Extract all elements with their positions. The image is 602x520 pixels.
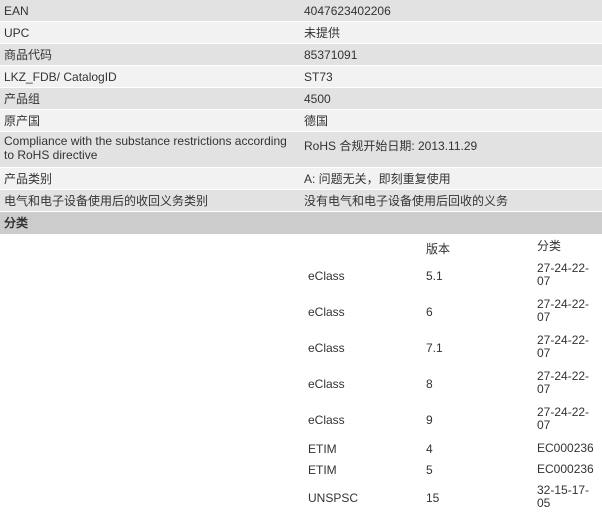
classification-section-header: 分类: [0, 212, 602, 234]
classification-system: eClass: [308, 413, 345, 427]
classification-version: 15: [426, 491, 440, 505]
classification-version: 4: [426, 442, 433, 456]
classification-system: eClass: [308, 305, 345, 319]
classification-class: 27-24-22-07: [537, 369, 590, 396]
attribute-value: ST73: [304, 70, 333, 84]
attribute-value: A: 问题无关，即刻重复使用: [304, 172, 451, 186]
attribute-label: 原产国: [4, 114, 41, 128]
classification-class: 27-24-22-07: [537, 333, 590, 360]
classification-version: 6: [426, 305, 433, 319]
classification-system: eClass: [308, 377, 345, 391]
attribute-value: 德国: [304, 114, 329, 128]
attribute-value: 4047623402206: [304, 4, 391, 18]
attribute-label: 产品组: [4, 92, 41, 106]
classification-class: 27-24-22-07: [537, 297, 590, 324]
attribute-row-product-category: 产品类别 A: 问题无关，即刻重复使用: [0, 168, 602, 190]
classification-class: 27-24-22-07: [537, 261, 590, 288]
column-header-class: 分类: [537, 239, 562, 253]
attribute-row-commodity-code: 商品代码 85371091: [0, 44, 602, 66]
classification-class: 32-15-17-05: [537, 483, 590, 510]
classification-version: 8: [426, 377, 433, 391]
section-title: 分类: [4, 216, 29, 230]
classification-system: ETIM: [308, 442, 337, 456]
attribute-label: 电气和电子设备使用后的收回义务类别: [4, 194, 209, 208]
attribute-label: LKZ_FDB/ CatalogID: [4, 70, 117, 84]
classification-system: UNSPSC: [308, 491, 359, 505]
attribute-value: 未提供: [304, 26, 341, 40]
attribute-row-weee-take-back: 电气和电子设备使用后的收回义务类别 没有电气和电子设备使用后回收的义务: [0, 190, 602, 212]
classification-version: 9: [426, 413, 433, 427]
attribute-row-product-group: 产品组 4500: [0, 88, 602, 110]
classification-class: EC000236: [537, 462, 594, 476]
classification-class: 27-24-22-07: [537, 405, 590, 432]
column-header-version: 版本: [426, 242, 451, 256]
classification-version: 5: [426, 463, 433, 477]
attribute-row-ean: EAN 4047623402206: [0, 0, 602, 22]
attribute-row-upc: UPC 未提供: [0, 22, 602, 44]
attribute-value: RoHS 合规开始日期: 2013.11.29: [304, 139, 478, 153]
classification-system: ETIM: [308, 463, 337, 477]
attribute-label: EAN: [4, 4, 29, 18]
attribute-row-rohs-compliance: Compliance with the substance restrictio…: [0, 132, 602, 168]
classification-version: 7.1: [426, 341, 443, 355]
classification-class: EC000236: [537, 441, 594, 455]
attribute-row-catalog-id: LKZ_FDB/ CatalogID ST73: [0, 66, 602, 88]
attribute-value: 4500: [304, 92, 331, 106]
attribute-label: UPC: [4, 26, 30, 40]
attribute-label: Compliance with the substance restrictio…: [4, 134, 287, 162]
classification-system: eClass: [308, 269, 345, 283]
classification-system: eClass: [308, 341, 345, 355]
attribute-value: 85371091: [304, 48, 358, 62]
attribute-label: 商品代码: [4, 48, 53, 62]
classification-version: 5.1: [426, 269, 443, 283]
attribute-value: 没有电气和电子设备使用后回收的义务: [304, 194, 509, 208]
attribute-label: 产品类别: [4, 172, 53, 186]
attribute-row-country-of-origin: 原产国 德国: [0, 110, 602, 132]
